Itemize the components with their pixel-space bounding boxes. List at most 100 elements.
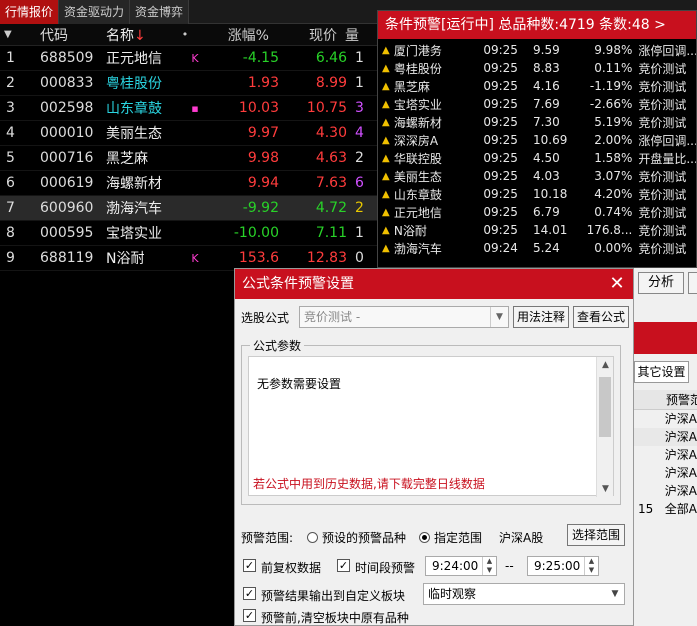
row-index: 7 — [6, 200, 15, 216]
list-item[interactable]: 沪深A — [634, 464, 697, 482]
view-formula-button[interactable]: 查看公式 — [573, 306, 629, 328]
list-item-index — [634, 464, 665, 482]
row-change: -9.92 — [242, 200, 279, 216]
table-row[interactable]: 1 688509 正元地信 K -4.15 6.46 1 — [0, 46, 380, 71]
dialog-title-bar[interactable]: 公式条件预警设置 ✕ — [235, 269, 633, 299]
usage-button[interactable]: 用法注释 — [513, 306, 569, 328]
time-to-input[interactable]: 9:25:00 ▲ ▼ — [527, 556, 599, 576]
alert-row[interactable]: ▲ N浴耐 09:25 14.01 176.8... 竞价测试 — [378, 221, 696, 239]
close-icon[interactable]: ✕ — [607, 269, 627, 299]
tab-other-settings[interactable]: 其它设置 — [634, 361, 689, 383]
spin-icon[interactable]: ▲ ▼ — [482, 557, 496, 575]
up-arrow-icon: ▲ — [382, 134, 390, 146]
header-code[interactable]: 代码 — [30, 25, 100, 45]
header-price[interactable]: 现价 — [275, 25, 345, 45]
tab-fund-drive[interactable]: 资金驱动力 — [59, 0, 131, 24]
row-price: 7.63 — [315, 175, 347, 191]
scroll-up-icon[interactable]: ▲ — [597, 357, 614, 373]
row-name: 粤桂股份 — [106, 76, 162, 92]
alert-row[interactable]: ▲ 宝塔实业 09:25 7.69 -2.66% 竞价测试 — [378, 95, 696, 113]
row-change: -10.00 — [233, 225, 279, 241]
list-item-value: 沪深A — [664, 484, 697, 498]
checkbox-output[interactable]: ✓ — [243, 587, 256, 600]
alert-percent: 4.20% — [594, 187, 633, 201]
extra-button[interactable] — [688, 272, 697, 294]
range-preset-option[interactable]: 预设的预警品种 — [307, 529, 406, 546]
row-code: 000010 — [40, 125, 94, 141]
alert-title[interactable]: 条件预警[运行中] 总品种数:4719 条数:48 > — [378, 11, 696, 39]
tab-fund-game[interactable]: 资金博弈 — [130, 0, 190, 24]
table-row[interactable]: 3 002598 山东章鼓 ▪ 10.03 10.75 3 — [0, 96, 380, 121]
alert-time: 09:25 — [483, 61, 518, 75]
analyze-button[interactable]: 分析 — [638, 272, 684, 294]
row-name: 海螺新材 — [106, 176, 162, 192]
header-volume[interactable]: 量 — [345, 25, 370, 45]
table-row[interactable]: 5 000716 黑芝麻 9.98 4.63 2 — [0, 146, 380, 171]
table-row[interactable]: 7 600960 渤海汽车 -9.92 4.72 2 — [0, 196, 380, 221]
list-item-value: 全部A — [664, 502, 697, 516]
right-list: 预警范 沪深A 沪深A 沪深A 沪深A 沪深A 15 全部A — [634, 390, 697, 518]
checkbox-time[interactable]: ✓ — [337, 559, 350, 572]
checkbox-clear[interactable]: ✓ — [243, 609, 256, 622]
alert-row[interactable]: ▲ 黑芝麻 09:25 4.16 -1.19% 竞价测试 — [378, 77, 696, 95]
up-arrow-icon: ▲ — [382, 224, 390, 236]
alert-row[interactable]: ▲ 海螺新材 09:25 7.30 5.19% 竞价测试 — [378, 113, 696, 131]
table-row[interactable]: 4 000010 美丽生态 9.97 4.30 4 — [0, 121, 380, 146]
alert-price: 14.01 — [533, 223, 568, 237]
quote-table: ▼ 代码 名称↓ • 涨幅% 现价 量 1 688509 正元地信 K -4.15 6.4… — [0, 24, 380, 271]
formula-select[interactable]: 竞价测试 - ▼ — [299, 306, 509, 328]
checkbox-fq[interactable]: ✓ — [243, 559, 256, 572]
alert-stock-name: 粤桂股份 — [393, 61, 442, 76]
alert-price: 4.16 — [533, 79, 560, 93]
scroll-thumb[interactable] — [599, 377, 611, 437]
header-change[interactable]: 涨幅% — [200, 25, 275, 45]
alert-stock-name: 渤海汽车 — [393, 241, 442, 256]
list-item[interactable]: 沪深A — [634, 446, 697, 464]
column-menu-icon[interactable]: ▼ — [0, 29, 30, 40]
table-row[interactable]: 2 000833 粤桂股份 1.93 8.99 1 — [0, 71, 380, 96]
alert-row[interactable]: ▲ 粤桂股份 09:25 8.83 0.11% 竞价测试 — [378, 59, 696, 77]
row-name: 渤海汽车 — [106, 201, 162, 217]
tab-quotes[interactable]: 行情报价 — [0, 0, 60, 24]
condition-alert-window[interactable]: 条件预警[运行中] 总品种数:4719 条数:48 > ▲ 厦门港务 09:25 9.… — [377, 10, 697, 268]
alert-price: 8.83 — [533, 61, 560, 75]
up-arrow-icon: ▲ — [382, 44, 390, 56]
alert-row[interactable]: ▲ 渤海汽车 09:24 5.24 0.00% 竞价测试 — [378, 239, 696, 257]
list-item-value: 沪深A — [664, 412, 697, 426]
up-arrow-icon: ▲ — [382, 188, 390, 200]
row-index: 1 — [6, 50, 15, 66]
alert-time: 09:25 — [483, 43, 518, 57]
time-label: 时间段预警 — [355, 561, 416, 575]
select-range-button[interactable]: 选择范围 — [567, 524, 625, 546]
alert-stock-name: 正元地信 — [393, 205, 442, 220]
list-item-index: 15 — [638, 502, 654, 516]
alert-condition: 竞价测试 — [638, 169, 687, 184]
row-price: 7.11 — [315, 225, 347, 241]
list-item[interactable]: 15 全部A — [634, 500, 697, 518]
list-item[interactable]: 沪深A — [634, 410, 697, 428]
list-item[interactable]: 沪深A — [634, 428, 697, 446]
time-from-input[interactable]: 9:24:00 ▲ ▼ — [425, 556, 497, 576]
alert-price: 7.30 — [533, 115, 560, 129]
alert-time: 09:25 — [483, 187, 518, 201]
alert-row[interactable]: ▲ 山东章鼓 09:25 10.18 4.20% 竞价测试 — [378, 185, 696, 203]
alert-row[interactable]: ▲ 厦门港务 09:25 9.59 9.98% 涨停回调... — [378, 41, 696, 59]
alert-row[interactable]: ▲ 华联控股 09:25 4.50 1.58% 开盘量比... — [378, 149, 696, 167]
list-item[interactable]: 沪深A — [634, 482, 697, 500]
alert-row[interactable]: ▲ 正元地信 09:25 6.79 0.74% 竞价测试 — [378, 203, 696, 221]
alert-row[interactable]: ▲ 深深房A 09:25 10.69 2.00% 涨停回调... — [378, 131, 696, 149]
header-name[interactable]: 名称↓ — [100, 25, 170, 45]
scroll-down-icon[interactable]: ▼ — [597, 481, 614, 497]
params-scrollbar[interactable]: ▲ ▼ — [596, 357, 613, 497]
radio-specified[interactable] — [419, 532, 430, 543]
chevron-down-icon: ▼ — [611, 589, 619, 599]
table-row[interactable]: 6 000619 海螺新材 9.94 7.63 6 — [0, 171, 380, 196]
table-row[interactable]: 8 000595 宝塔实业 -10.00 7.11 1 — [0, 221, 380, 246]
block-select[interactable]: 临时观察 ▼ — [423, 583, 625, 605]
range-specified-option[interactable]: 指定范围 — [419, 529, 482, 546]
row-flag: K — [191, 251, 199, 265]
radio-preset[interactable] — [307, 532, 318, 543]
spin-icon[interactable]: ▲ ▼ — [584, 557, 598, 575]
alert-row[interactable]: ▲ 美丽生态 09:25 4.03 3.07% 竞价测试 — [378, 167, 696, 185]
alert-percent: 0.74% — [594, 205, 633, 219]
